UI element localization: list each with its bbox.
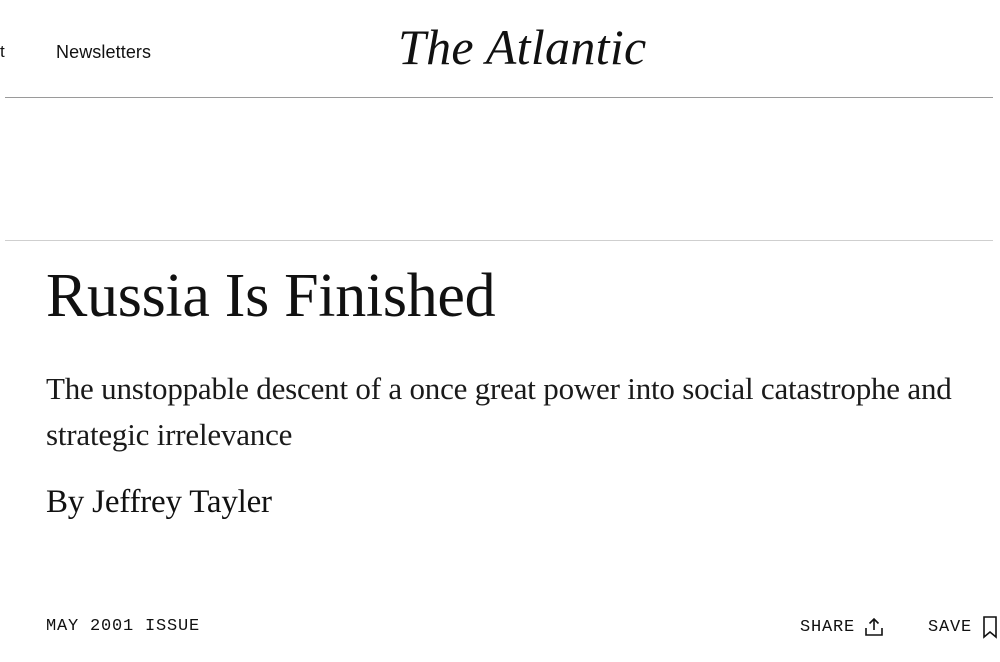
header-divider	[5, 97, 993, 98]
ad-slot-divider	[5, 240, 993, 241]
article-dek: The unstoppable descent of a once great …	[46, 371, 952, 452]
article-page: t Newsletters The Atlantic Russia Is Fin…	[0, 0, 1000, 662]
bookmark-icon	[982, 615, 998, 639]
share-upload-icon	[863, 616, 885, 638]
nav-item-cutoff[interactable]: t	[0, 42, 5, 62]
issue-link[interactable]: MAY 2001 ISSUE	[46, 617, 200, 636]
article-byline: By Jeffrey Tayler	[46, 484, 272, 521]
save-label: SAVE	[928, 617, 973, 637]
share-label: SHARE	[800, 617, 856, 637]
article-headline: Russia Is Finished	[46, 262, 496, 330]
share-button[interactable]: SHARE	[800, 614, 885, 640]
nav-newsletters-link[interactable]: Newsletters	[56, 42, 151, 63]
author-link[interactable]: Jeffrey Tayler	[92, 484, 272, 520]
site-logo[interactable]: The Atlantic	[398, 22, 647, 72]
site-header: t Newsletters The Atlantic	[0, 0, 1000, 98]
byline-prefix: By	[46, 484, 93, 520]
save-button[interactable]: SAVE	[928, 614, 998, 640]
